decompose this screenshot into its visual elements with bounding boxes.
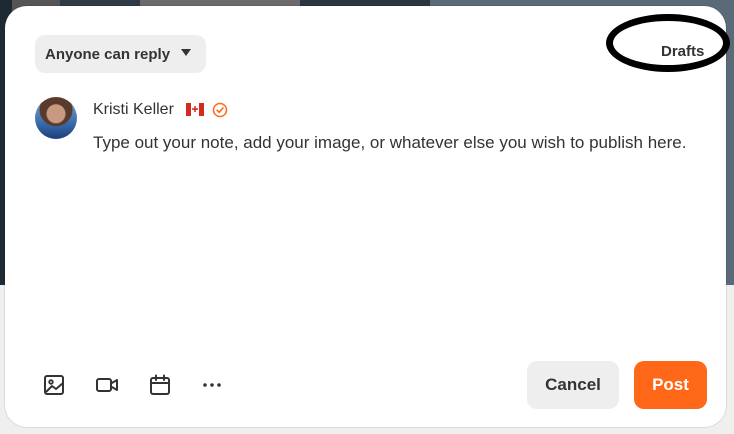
cancel-button[interactable]: Cancel: [527, 361, 619, 409]
reply-setting-label: Anyone can reply: [45, 45, 171, 63]
avatar: [35, 97, 77, 139]
video-icon[interactable]: [95, 373, 119, 397]
reply-setting-dropdown[interactable]: Anyone can reply: [35, 35, 206, 73]
drafts-link[interactable]: Drafts: [661, 43, 704, 60]
note-input[interactable]: Type out your note, add your image, or w…: [93, 130, 693, 156]
note-composer-modal: Anyone can reply Drafts Kristi Keller ✚ …: [5, 6, 726, 427]
more-icon[interactable]: [200, 373, 224, 397]
image-icon[interactable]: [42, 373, 66, 397]
calendar-icon[interactable]: [148, 373, 172, 397]
canada-flag-icon: ✚: [186, 103, 204, 116]
verified-check-icon: [212, 102, 228, 118]
post-button[interactable]: Post: [634, 361, 707, 409]
caret-down-icon: [181, 49, 191, 56]
author-name: Kristi Keller: [93, 101, 174, 118]
